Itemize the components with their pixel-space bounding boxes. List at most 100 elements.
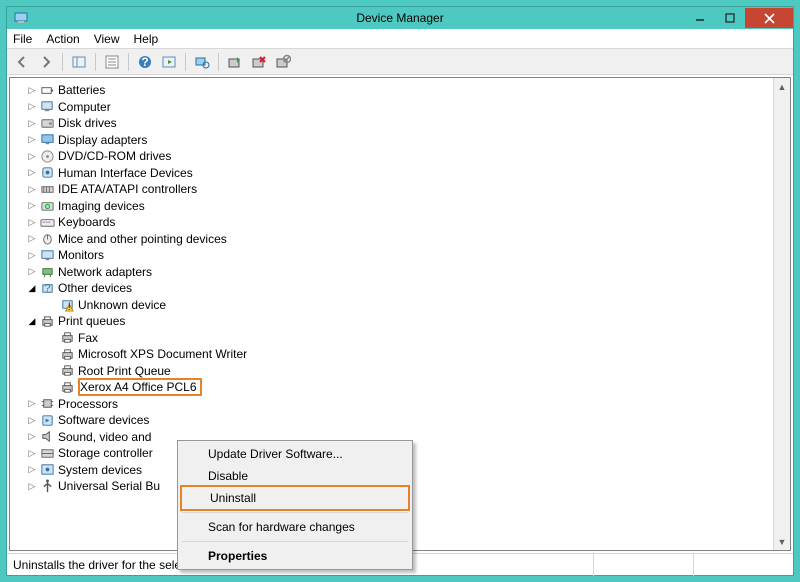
tree-node-label: Display adapters bbox=[58, 133, 147, 147]
uninstall-icon[interactable] bbox=[248, 51, 270, 73]
software-icon bbox=[39, 412, 55, 428]
tree-node[interactable]: Microsoft XPS Document Writer bbox=[12, 346, 773, 363]
menu-item[interactable]: Scan for hardware changes bbox=[180, 516, 410, 538]
tree-node-label: Print queues bbox=[58, 314, 125, 328]
menu-action[interactable]: Action bbox=[46, 32, 79, 46]
disk-icon bbox=[39, 115, 55, 131]
tree-node[interactable]: ◢? Other devices bbox=[12, 280, 773, 297]
tree-node[interactable]: ▷ IDE ATA/ATAPI controllers bbox=[12, 181, 773, 198]
back-icon[interactable] bbox=[11, 51, 33, 73]
tree-caret-icon[interactable]: ▷ bbox=[26, 414, 38, 426]
tree-caret-icon[interactable]: ▷ bbox=[26, 134, 38, 146]
menu-file[interactable]: File bbox=[13, 32, 32, 46]
update-driver-icon[interactable] bbox=[224, 51, 246, 73]
tree-caret-icon[interactable]: ▷ bbox=[26, 84, 38, 96]
tree-node[interactable]: ▷ Monitors bbox=[12, 247, 773, 264]
display-icon bbox=[39, 132, 55, 148]
tree-node[interactable]: ▷ Disk drives bbox=[12, 115, 773, 132]
tree-caret-icon[interactable]: ▷ bbox=[26, 431, 38, 443]
menu-item[interactable]: Update Driver Software... bbox=[180, 443, 410, 465]
warn-icon: ! bbox=[59, 297, 75, 313]
tree-node-label: DVD/CD-ROM drives bbox=[58, 149, 171, 163]
tree-node[interactable]: ▷ Display adapters bbox=[12, 132, 773, 149]
tree-node-label: Microsoft XPS Document Writer bbox=[78, 347, 247, 361]
tree-node[interactable]: ▷ Keyboards bbox=[12, 214, 773, 231]
menu-item[interactable]: Uninstall bbox=[180, 485, 410, 511]
toolbar: ? bbox=[7, 49, 793, 75]
tree-node-label: Root Print Queue bbox=[78, 364, 171, 378]
tree-caret-icon[interactable]: ▷ bbox=[26, 183, 38, 195]
tree-caret-icon[interactable]: ▷ bbox=[26, 101, 38, 113]
context-menu[interactable]: Update Driver Software...DisableUninstal… bbox=[177, 440, 413, 570]
tree-caret-icon[interactable]: ▷ bbox=[26, 150, 38, 162]
tree-node[interactable]: ▷ Mice and other pointing devices bbox=[12, 231, 773, 248]
menu-view[interactable]: View bbox=[94, 32, 120, 46]
svg-text:?: ? bbox=[141, 55, 148, 69]
tree-caret-icon[interactable]: ▷ bbox=[26, 249, 38, 261]
tree-caret-icon[interactable]: ▷ bbox=[26, 216, 38, 228]
other-icon: ? bbox=[39, 280, 55, 296]
tree-node[interactable]: Xerox A4 Office PCL6 bbox=[12, 379, 773, 396]
tree-caret-icon[interactable]: ▷ bbox=[26, 398, 38, 410]
printer-icon bbox=[59, 346, 75, 362]
show-hide-tree-icon[interactable] bbox=[68, 51, 90, 73]
tree-caret-icon[interactable]: ▷ bbox=[26, 200, 38, 212]
tree-node[interactable]: ▷ Batteries bbox=[12, 82, 773, 99]
properties-icon[interactable] bbox=[101, 51, 123, 73]
window-title: Device Manager bbox=[7, 11, 793, 25]
menu-item[interactable]: Properties bbox=[180, 545, 410, 567]
tree-caret-icon[interactable]: ◢ bbox=[26, 282, 38, 294]
tree-node[interactable]: !Unknown device bbox=[12, 297, 773, 314]
scroll-up-icon[interactable]: ▲ bbox=[774, 78, 791, 95]
tree-node-label: IDE ATA/ATAPI controllers bbox=[58, 182, 197, 196]
tree-caret-icon[interactable]: ▷ bbox=[26, 233, 38, 245]
menu-help[interactable]: Help bbox=[134, 32, 159, 46]
printer-icon bbox=[39, 313, 55, 329]
tree-node-label: Disk drives bbox=[58, 116, 117, 130]
monitor-icon bbox=[39, 247, 55, 263]
scan-hardware-icon[interactable] bbox=[191, 51, 213, 73]
tree-caret-icon[interactable]: ▷ bbox=[26, 480, 38, 492]
tree-caret-icon[interactable]: ▷ bbox=[26, 117, 38, 129]
tree-node-label: Universal Serial Bu bbox=[58, 479, 160, 493]
action-icon[interactable] bbox=[158, 51, 180, 73]
tree-node[interactable]: ▷ Processors bbox=[12, 396, 773, 413]
tree-node[interactable]: ▷ DVD/CD-ROM drives bbox=[12, 148, 773, 165]
tree-node-label: Keyboards bbox=[58, 215, 115, 229]
tree-caret-icon[interactable]: ▷ bbox=[26, 167, 38, 179]
tree-caret-icon[interactable]: ▷ bbox=[26, 464, 38, 476]
tree-node[interactable]: ▷Computer bbox=[12, 99, 773, 116]
tree-caret-icon[interactable]: ◢ bbox=[26, 315, 38, 327]
menu-separator bbox=[182, 512, 408, 513]
svg-text:?: ? bbox=[44, 282, 50, 294]
tree-node-label: Imaging devices bbox=[58, 199, 145, 213]
tree-node-label: Mice and other pointing devices bbox=[58, 232, 227, 246]
vertical-scrollbar[interactable]: ▲ ▼ bbox=[773, 78, 790, 550]
sound-icon bbox=[39, 429, 55, 445]
tree-node[interactable]: ▷Human Interface Devices bbox=[12, 165, 773, 182]
disable-icon[interactable] bbox=[272, 51, 294, 73]
tree-node-label: Software devices bbox=[58, 413, 149, 427]
tree-caret-icon[interactable]: ▷ bbox=[26, 266, 38, 278]
tree-node[interactable]: ◢ Print queues bbox=[12, 313, 773, 330]
help-icon[interactable]: ? bbox=[134, 51, 156, 73]
titlebar: Device Manager bbox=[7, 7, 793, 29]
battery-icon bbox=[39, 82, 55, 98]
storage-icon bbox=[39, 445, 55, 461]
tree-node-label: Processors bbox=[58, 397, 118, 411]
scroll-down-icon[interactable]: ▼ bbox=[774, 533, 791, 550]
forward-icon[interactable] bbox=[35, 51, 57, 73]
tree-node[interactable]: ▷ Software devices bbox=[12, 412, 773, 429]
tree-caret-icon[interactable]: ▷ bbox=[26, 447, 38, 459]
svg-text:!: ! bbox=[67, 301, 70, 312]
computer-icon bbox=[39, 99, 55, 115]
tree-node[interactable]: ▷ Imaging devices bbox=[12, 198, 773, 215]
tree-node-label: Monitors bbox=[58, 248, 104, 262]
tree-node-label: Other devices bbox=[58, 281, 132, 295]
tree-node-label: Batteries bbox=[58, 83, 105, 97]
tree-node[interactable]: ▷Network adapters bbox=[12, 264, 773, 281]
ide-icon bbox=[39, 181, 55, 197]
menu-item[interactable]: Disable bbox=[180, 465, 410, 487]
tree-node[interactable]: Root Print Queue bbox=[12, 363, 773, 380]
tree-node[interactable]: Fax bbox=[12, 330, 773, 347]
